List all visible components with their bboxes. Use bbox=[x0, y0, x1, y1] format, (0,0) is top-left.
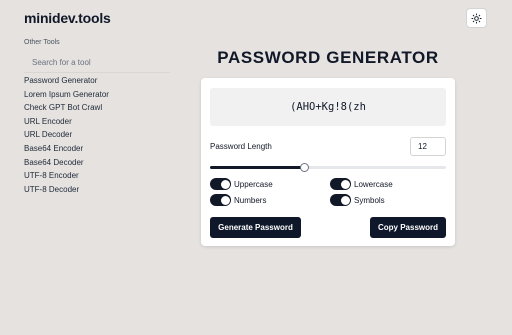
toggle-knob bbox=[340, 179, 350, 189]
sidebar-item-base64-encoder[interactable]: Base64 Encoder bbox=[24, 142, 174, 156]
site-logo[interactable]: minidev.tools bbox=[24, 10, 111, 26]
divider bbox=[24, 72, 170, 73]
uppercase-option[interactable]: Uppercase bbox=[210, 178, 273, 190]
password-length-label: Password Length bbox=[210, 142, 272, 151]
copy-password-button[interactable]: Copy Password bbox=[370, 217, 446, 238]
lowercase-option[interactable]: Lowercase bbox=[330, 178, 393, 190]
sidebar-item-url-encoder[interactable]: URL Encoder bbox=[24, 115, 174, 129]
tool-search-input[interactable] bbox=[24, 55, 170, 70]
sidebar-item-utf8-encoder[interactable]: UTF-8 Encoder bbox=[24, 169, 174, 183]
numbers-option[interactable]: Numbers bbox=[210, 194, 266, 206]
sun-icon bbox=[471, 12, 482, 24]
sidebar-item-base64-decoder[interactable]: Base64 Decoder bbox=[24, 156, 174, 170]
lowercase-label: Lowercase bbox=[354, 179, 393, 189]
password-output[interactable]: (AHO+Kg!8(zh bbox=[210, 88, 446, 126]
sidebar-item-check-gpt-bot-crawl[interactable]: Check GPT Bot Crawl bbox=[24, 101, 174, 115]
uppercase-label: Uppercase bbox=[234, 179, 273, 189]
toggle-knob bbox=[340, 195, 350, 205]
toggle-knob bbox=[220, 179, 230, 189]
generator-card: (AHO+Kg!8(zh Password Length Uppercase L… bbox=[201, 78, 455, 246]
sidebar-item-utf8-decoder[interactable]: UTF-8 Decoder bbox=[24, 183, 174, 197]
tool-list: Password Generator Lorem Ipsum Generator… bbox=[24, 74, 174, 196]
numbers-label: Numbers bbox=[234, 195, 267, 205]
page-title: PASSWORD GENERATOR bbox=[217, 48, 439, 67]
uppercase-toggle[interactable] bbox=[210, 178, 231, 190]
password-length-input[interactable] bbox=[410, 137, 446, 156]
symbols-toggle[interactable] bbox=[330, 194, 351, 206]
lowercase-toggle[interactable] bbox=[330, 178, 351, 190]
theme-toggle-button[interactable] bbox=[466, 8, 487, 28]
password-length-slider[interactable] bbox=[210, 163, 446, 172]
symbols-label: Symbols bbox=[354, 195, 385, 205]
sidebar-item-url-decoder[interactable]: URL Decoder bbox=[24, 128, 174, 142]
sidebar-item-password-generator[interactable]: Password Generator bbox=[24, 74, 174, 88]
sidebar-heading: Other Tools bbox=[24, 39, 60, 46]
symbols-option[interactable]: Symbols bbox=[330, 194, 385, 206]
slider-fill bbox=[210, 166, 305, 169]
sidebar-item-lorem-ipsum-generator[interactable]: Lorem Ipsum Generator bbox=[24, 88, 174, 102]
toggle-knob bbox=[220, 195, 230, 205]
slider-thumb[interactable] bbox=[299, 163, 309, 172]
generate-password-button[interactable]: Generate Password bbox=[210, 217, 301, 238]
numbers-toggle[interactable] bbox=[210, 194, 231, 206]
sidebar: Other Tools Password Generator Lorem Ips… bbox=[24, 39, 174, 196]
